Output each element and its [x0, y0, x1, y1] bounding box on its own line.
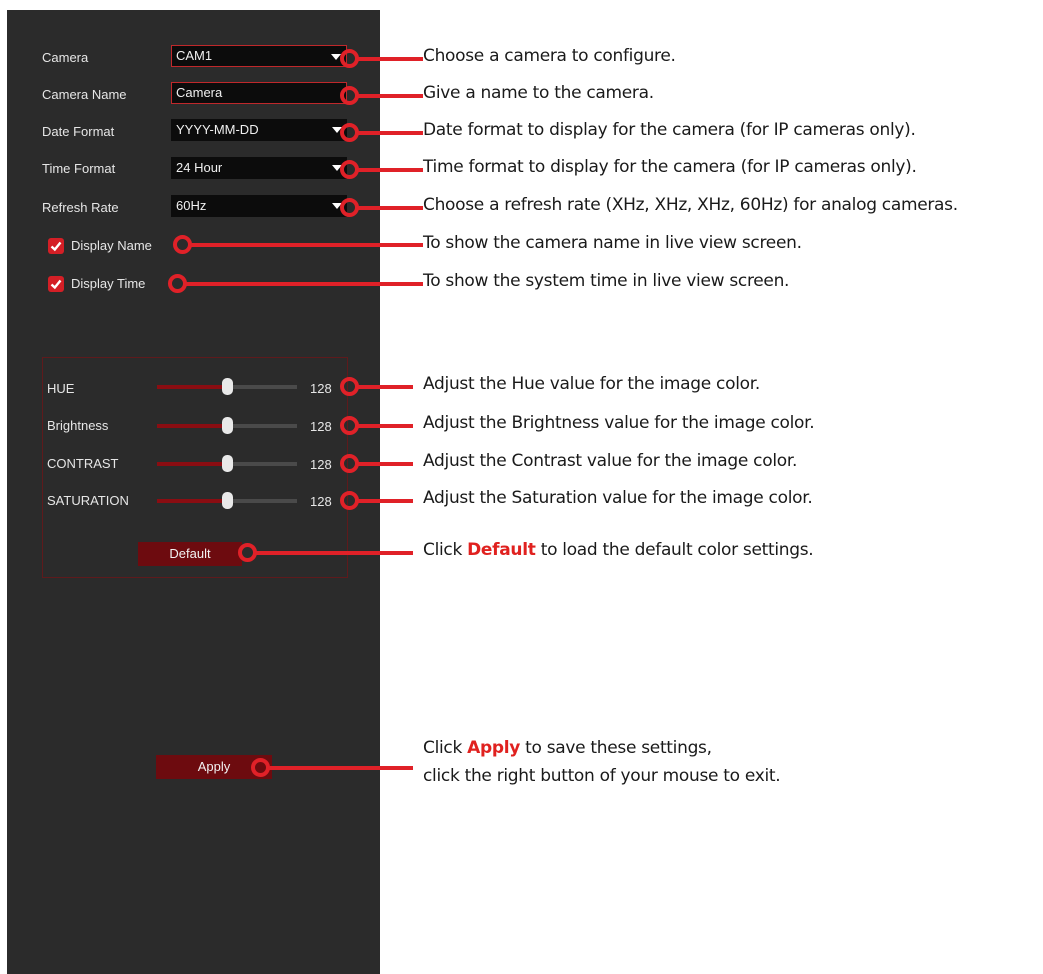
- slider-handle[interactable]: [222, 492, 233, 509]
- annotation-display-name: To show the camera name in live view scr…: [423, 233, 802, 253]
- annotation-camera-name: Give a name to the camera.: [423, 83, 654, 103]
- annotation-apply-bold: Apply: [467, 738, 521, 758]
- callout-line: [190, 243, 423, 247]
- callout-marker: [340, 377, 359, 396]
- annotation-brightness: Adjust the Brightness value for the imag…: [423, 413, 815, 433]
- callout-line: [357, 385, 413, 389]
- callout-line: [357, 462, 413, 466]
- hue-value: 128: [310, 381, 332, 396]
- callout-line: [357, 499, 413, 503]
- brightness-value: 128: [310, 419, 332, 434]
- date-format-value: YYYY-MM-DD: [176, 122, 259, 137]
- annotation-apply: Click Apply to save these settings,: [423, 738, 712, 758]
- callout-marker: [168, 274, 187, 293]
- callout-line: [357, 57, 423, 61]
- slider-handle[interactable]: [222, 378, 233, 395]
- annotation-refresh-rate: Choose a refresh rate (XHz, XHz, XHz, 60…: [423, 195, 958, 215]
- callout-marker: [251, 758, 270, 777]
- saturation-value: 128: [310, 494, 332, 509]
- callout-marker: [340, 123, 359, 142]
- display-name-label: Display Name: [71, 238, 152, 253]
- annotation-hue: Adjust the Hue value for the image color…: [423, 374, 760, 394]
- refresh-rate-select[interactable]: 60Hz: [171, 195, 347, 217]
- hue-label: HUE: [47, 381, 75, 396]
- display-name-checkbox[interactable]: [48, 238, 64, 254]
- callout-marker: [173, 235, 192, 254]
- annotation-time-format: Time format to display for the camera (f…: [423, 157, 917, 177]
- annotation-default-pre: Click: [423, 540, 468, 560]
- default-button[interactable]: Default: [138, 542, 242, 566]
- check-icon: [50, 279, 62, 290]
- callout-line: [357, 424, 413, 428]
- annotation-default-post: to load the default color settings.: [535, 540, 814, 560]
- hue-slider[interactable]: [157, 378, 297, 395]
- camera-label: Camera: [42, 50, 89, 65]
- slider-handle[interactable]: [222, 455, 233, 472]
- callout-marker: [340, 454, 359, 473]
- time-format-label: Time Format: [42, 161, 116, 176]
- callout-line: [357, 94, 423, 98]
- check-icon: [50, 241, 62, 252]
- annotation-apply-pre: Click: [423, 738, 468, 758]
- annotation-contrast: Adjust the Contrast value for the image …: [423, 451, 798, 471]
- annotation-camera: Choose a camera to configure.: [423, 46, 676, 66]
- refresh-rate-value: 60Hz: [176, 198, 207, 213]
- callout-marker: [340, 86, 359, 105]
- callout-marker: [340, 491, 359, 510]
- saturation-label: SATURATION: [47, 493, 129, 508]
- annotation-saturation: Adjust the Saturation value for the imag…: [423, 488, 813, 508]
- camera-name-label: Camera Name: [42, 87, 127, 102]
- annotation-date-format: Date format to display for the camera (f…: [423, 120, 916, 140]
- date-format-select[interactable]: YYYY-MM-DD: [171, 119, 347, 141]
- brightness-label: Brightness: [47, 418, 109, 433]
- slider-handle[interactable]: [222, 417, 233, 434]
- saturation-slider[interactable]: [157, 492, 297, 509]
- contrast-value: 128: [310, 457, 332, 472]
- time-format-select[interactable]: 24 Hour: [171, 157, 347, 179]
- contrast-label: CONTRAST: [47, 456, 119, 471]
- camera-select-value: CAM1: [176, 48, 213, 63]
- date-format-label: Date Format: [42, 124, 115, 139]
- callout-line: [185, 282, 423, 286]
- annotation-apply-post: to save these settings,: [520, 738, 712, 758]
- callout-marker: [340, 49, 359, 68]
- display-time-label: Display Time: [71, 276, 146, 291]
- annotation-default-bold: Default: [467, 540, 536, 560]
- camera-name-value: Camera: [176, 85, 223, 100]
- callout-line: [268, 766, 413, 770]
- display-time-checkbox[interactable]: [48, 276, 64, 292]
- annotation-display-time: To show the system time in live view scr…: [423, 271, 790, 291]
- callout-marker: [238, 543, 257, 562]
- time-format-value: 24 Hour: [176, 160, 223, 175]
- callout-marker: [340, 198, 359, 217]
- callout-line: [255, 551, 413, 555]
- refresh-rate-label: Refresh Rate: [42, 200, 119, 215]
- callout-marker: [340, 416, 359, 435]
- annotation-apply-line2: click the right button of your mouse to …: [423, 766, 781, 786]
- camera-select[interactable]: CAM1: [171, 45, 347, 67]
- callout-line: [357, 206, 423, 210]
- callout-line: [357, 131, 423, 135]
- callout-marker: [340, 160, 359, 179]
- brightness-slider[interactable]: [157, 417, 297, 434]
- contrast-slider[interactable]: [157, 455, 297, 472]
- annotation-default: Click Default to load the default color …: [423, 540, 814, 560]
- camera-name-input[interactable]: Camera: [171, 82, 347, 104]
- callout-line: [357, 168, 423, 172]
